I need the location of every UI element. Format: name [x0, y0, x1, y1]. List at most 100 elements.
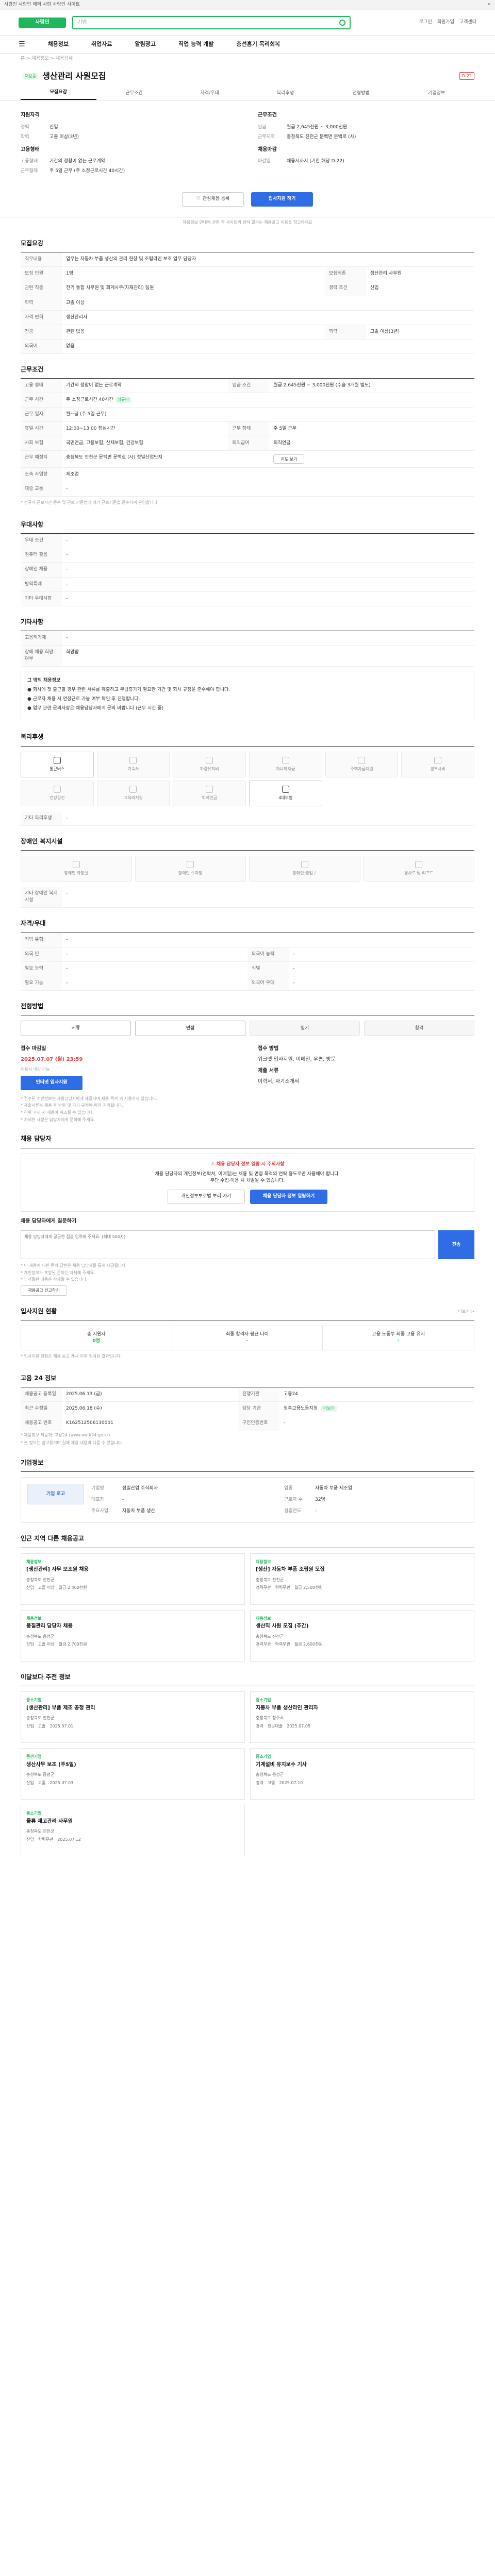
summary-heading: 지원자격 [21, 112, 40, 118]
car-icon [206, 756, 213, 764]
site-logo[interactable]: 사람인 [19, 18, 66, 28]
job-card[interactable]: 중소기업 기계설비 유지보수 기사 충청북도 음성군 경력 고졸 2025.07.10 [250, 1748, 474, 1800]
other-table: 고용허가제 - 장애 채용 희망 여부 희망함 [21, 631, 474, 667]
more-badge[interactable]: 더보기 [321, 1405, 337, 1412]
apply-deadline: 2025.07.07 (월) 23:59 [21, 1056, 83, 1062]
close-icon[interactable]: ✕ [487, 2, 491, 8]
scrap-button[interactable]: ♡ 관심채용 등록 [182, 192, 244, 207]
school-icon [282, 756, 289, 764]
process-step: 서류 [21, 1021, 131, 1037]
house-icon [358, 756, 366, 764]
contact-box: ⚠ 채용 담당자 정보 열람 시 주의사항 채용 담당자의 개인정보(연락처, … [21, 1153, 474, 1212]
footer-space [0, 1860, 495, 1881]
dorm-icon [129, 756, 137, 764]
privacy-law-button[interactable]: 개인정보보호법 보러 가기 [168, 1189, 245, 1204]
section-title: 근무조건 [21, 365, 474, 379]
site-header: 사람인 기업 로그인 회원가입 고객센터 [0, 10, 495, 35]
pension-icon [206, 785, 213, 793]
breadcrumb: 홈 > 채용정보 > 채용상세 [21, 56, 73, 62]
inquiry-form: 전송 [21, 1230, 474, 1260]
apply-stats: 총 지원자 0명 최종 합격자 평균 나이 - 고용 노동부 최종 고용 유지 - [21, 1326, 474, 1351]
deadline-badge: D-22 [459, 72, 474, 80]
job-card[interactable]: 채용정보 [생산] 자동차 부품 조립원 모집 충청북도 진천군 경력무관 학력무관 월… [250, 1553, 474, 1605]
welfare-item: 경조사비 [401, 751, 474, 777]
report-button[interactable]: 채용공고 신고하기 [21, 1285, 67, 1296]
header-links: 로그인 회원가입 고객센터 [419, 19, 476, 26]
login-link[interactable]: 로그인 [419, 19, 432, 26]
section-title: 전형방법 [21, 1002, 474, 1016]
welfare-item: 자녀학자금 [249, 751, 322, 777]
disability-etc: 기타 장애인 복지시설 - [21, 887, 474, 908]
tab-company[interactable]: 기업정보 [399, 90, 474, 100]
gov-table: 채용공고 등록일 2025.06.13 (금) 진행기관 고용24 최근 수정일 202… [21, 1387, 474, 1431]
tab-qualifications[interactable]: 자격/우대 [172, 90, 248, 100]
search-icon[interactable] [339, 20, 345, 26]
job-card[interactable]: 중소기업 [생산관리] 부품 제조 공정 관리 충청북도 진천군 신입 고졸 2025.… [21, 1691, 245, 1743]
welfare-grid: 통근버스 기숙사 차량유지비 자녀학자금 주택자금지원 경조사비 건강검진 교육… [21, 751, 474, 806]
tab-conditions[interactable]: 근무조건 [96, 90, 172, 100]
job-card[interactable]: 중소기업 자동차 부품 생산라인 관리자 충청북도 청주시 경력 전문대졸 2025.0… [250, 1691, 474, 1743]
job-card[interactable]: 중소기업 물류 재고관리 사무원 충청북도 진천군 신입 학력무관 2025.07.12 [21, 1805, 245, 1857]
welfare-item: 건강검진 [21, 780, 94, 806]
job-card[interactable]: 중견기업 생산사무 보조 (주5일) 충청북도 증평군 신입 고졸 2025.07.03 [21, 1748, 245, 1800]
nearby-section: 이달보다 주전 정보 중소기업 [생산관리] 부품 제조 공정 관리 충청북도 진천… [0, 1666, 495, 1860]
nav-item-jobs[interactable]: 채용정보 [48, 40, 69, 48]
nav-item-ads[interactable]: 알림광고 [135, 40, 156, 48]
summary-right: 근무조건 임금 월급 2,645천원 ~ 3,000천원 근무지역 충청북도 진천군… [258, 108, 474, 176]
tab-recruit[interactable]: 모집요강 [21, 89, 96, 100]
section-title: 고용 24 정보 [21, 1374, 474, 1388]
nav-item-training[interactable]: 직업 능력 개발 [178, 40, 213, 48]
stat-item: 총 지원자 0명 [21, 1326, 172, 1350]
job-card[interactable]: 채용정보 생산직 사원 모집 (주간) 충청북도 진천군 경력무관 학력무관 월급 2,… [250, 1609, 474, 1662]
signup-link[interactable]: 회원가입 [437, 19, 454, 26]
job-summary: 지원자격 경력 신입 학력 고졸 이상(3년) 고용형태 고용형태 기간의 정함이 없… [0, 100, 495, 181]
nearby-cards: 중소기업 [생산관리] 부품 제조 공정 관리 충청북도 진천군 신입 고졸 2025.… [21, 1691, 474, 1857]
inquiry-textarea[interactable] [21, 1230, 435, 1260]
section-tabs: 모집요강 근무조건 자격/우대 복리후생 전형방법 기업정보 [0, 87, 495, 101]
recruit-table: 직무내용 업무는 자동차 부품 생산의 관리 현장 및 조립라인 보조 업무 담당… [21, 252, 474, 354]
conditions-note: * 정규직 근로시간 준수 및 근로 기준법에 의거 근로기준을 준수하며 운영… [21, 500, 157, 505]
nav-item-resources[interactable]: 취업자료 [91, 40, 112, 48]
apply-button[interactable]: 입사지원 하기 [251, 192, 313, 207]
welfare-item: 퇴직연금 [173, 780, 246, 806]
section-title: 장애인 복지시설 [21, 837, 474, 851]
tab-welfare[interactable]: 복리후생 [248, 90, 323, 100]
apply-stats-section: 입사지원 현황 더보기 > 총 지원자 0명 최종 합격자 평균 나이 - 고용 노동… [21, 1307, 474, 1359]
menu-icon[interactable]: ☰ [19, 39, 25, 49]
welfare-item: 주택자금지원 [325, 751, 399, 777]
search-input[interactable]: 기업 [72, 16, 351, 29]
stat-item: 최종 합격자 평균 나이 - [172, 1326, 323, 1350]
gov-section: 고용 24 정보 채용공고 등록일 2025.06.13 (금) 진행기관 고용24 … [0, 1367, 495, 1451]
map-button[interactable]: 지도 보기 [273, 454, 305, 464]
disability-section: 장애인 복지시설 장애인 화장실 장애인 주차장 장애인 출입구 경사로 및 리… [0, 830, 495, 912]
more-link[interactable]: 더보기 > [458, 1309, 474, 1315]
insurance-icon [282, 785, 289, 793]
send-button[interactable]: 전송 [438, 1230, 474, 1260]
help-link[interactable]: 고객센터 [459, 19, 476, 26]
parking-icon [187, 861, 194, 869]
summary-row: 학력 고졸 이상(3년) [21, 134, 79, 140]
worker-table: 직업 유형 - 외국 인 - 외국어 능력 - 필요 능력 - 식별 - 필요 기능 - 외국어 … [21, 933, 474, 991]
summary-row: 마감일 채용시까지 (기한 해당 D-22) [258, 159, 344, 164]
summary-row: 고용형태 기간의 정함이 없는 근로계약 [21, 159, 105, 164]
worker-section: 자격/우대 직업 유형 - 외국 인 - 외국어 능력 - 필요 능력 - 식별 - 필요 기… [0, 912, 495, 995]
view-contact-button[interactable]: 채용 담당자 정보 열람하기 [250, 1189, 327, 1204]
job-card[interactable]: 채용정보 [생산관리] 사무 보조원 채용 충청북도 진천군 신입 고졸 이상 월급 2… [21, 1553, 245, 1605]
section-title: 복리후생 [21, 733, 474, 747]
section-title: 기업정보 [21, 1459, 474, 1472]
section-title: 입사지원 현황 더보기 > [21, 1307, 474, 1321]
job-card[interactable]: 채용정보 품질관리 담당자 채용 충청북도 음성군 신입 고졸 이상 월급 2,700천… [21, 1609, 245, 1662]
apply-info: 접수 마감일 2025.07.07 (월) 23:59 채용시 마감 가능 인터… [21, 1041, 474, 1090]
related-section: 인근 지역 다른 채용공고 채용정보 [생산관리] 사무 보조원 채용 충청북도 진… [0, 1527, 495, 1665]
company-section: 기업정보 기업 로고 기업명 정밀산업 주식회사 업종 자동차 부품 제조업 대표자… [0, 1451, 495, 1528]
conditions-section: 근무조건 고용 형태 기간의 정함이 없는 근로계약 임금 조건 월급 2,645천원… [0, 358, 495, 513]
tab-process[interactable]: 전형방법 [323, 90, 399, 100]
summary-row: 근무형태 주 5일 근무 (주 소정근로시간 40시간) [21, 168, 125, 174]
main-nav: ☰ 채용정보 취업자료 알림광고 직업 능력 개발 충선흥기 목리회복 [0, 35, 495, 54]
welfare-item: 차량유지비 [173, 751, 246, 777]
process-steps: 서류 면접 필기 합격 [21, 1021, 474, 1037]
page-title: 생산관리 사원모집 [42, 71, 106, 81]
nav-item-recovery[interactable]: 충선흥기 목리회복 [236, 40, 280, 48]
welfare-item: 교육비지원 [96, 780, 170, 806]
online-apply-button[interactable]: 인터넷 입사지원 [21, 1075, 82, 1090]
